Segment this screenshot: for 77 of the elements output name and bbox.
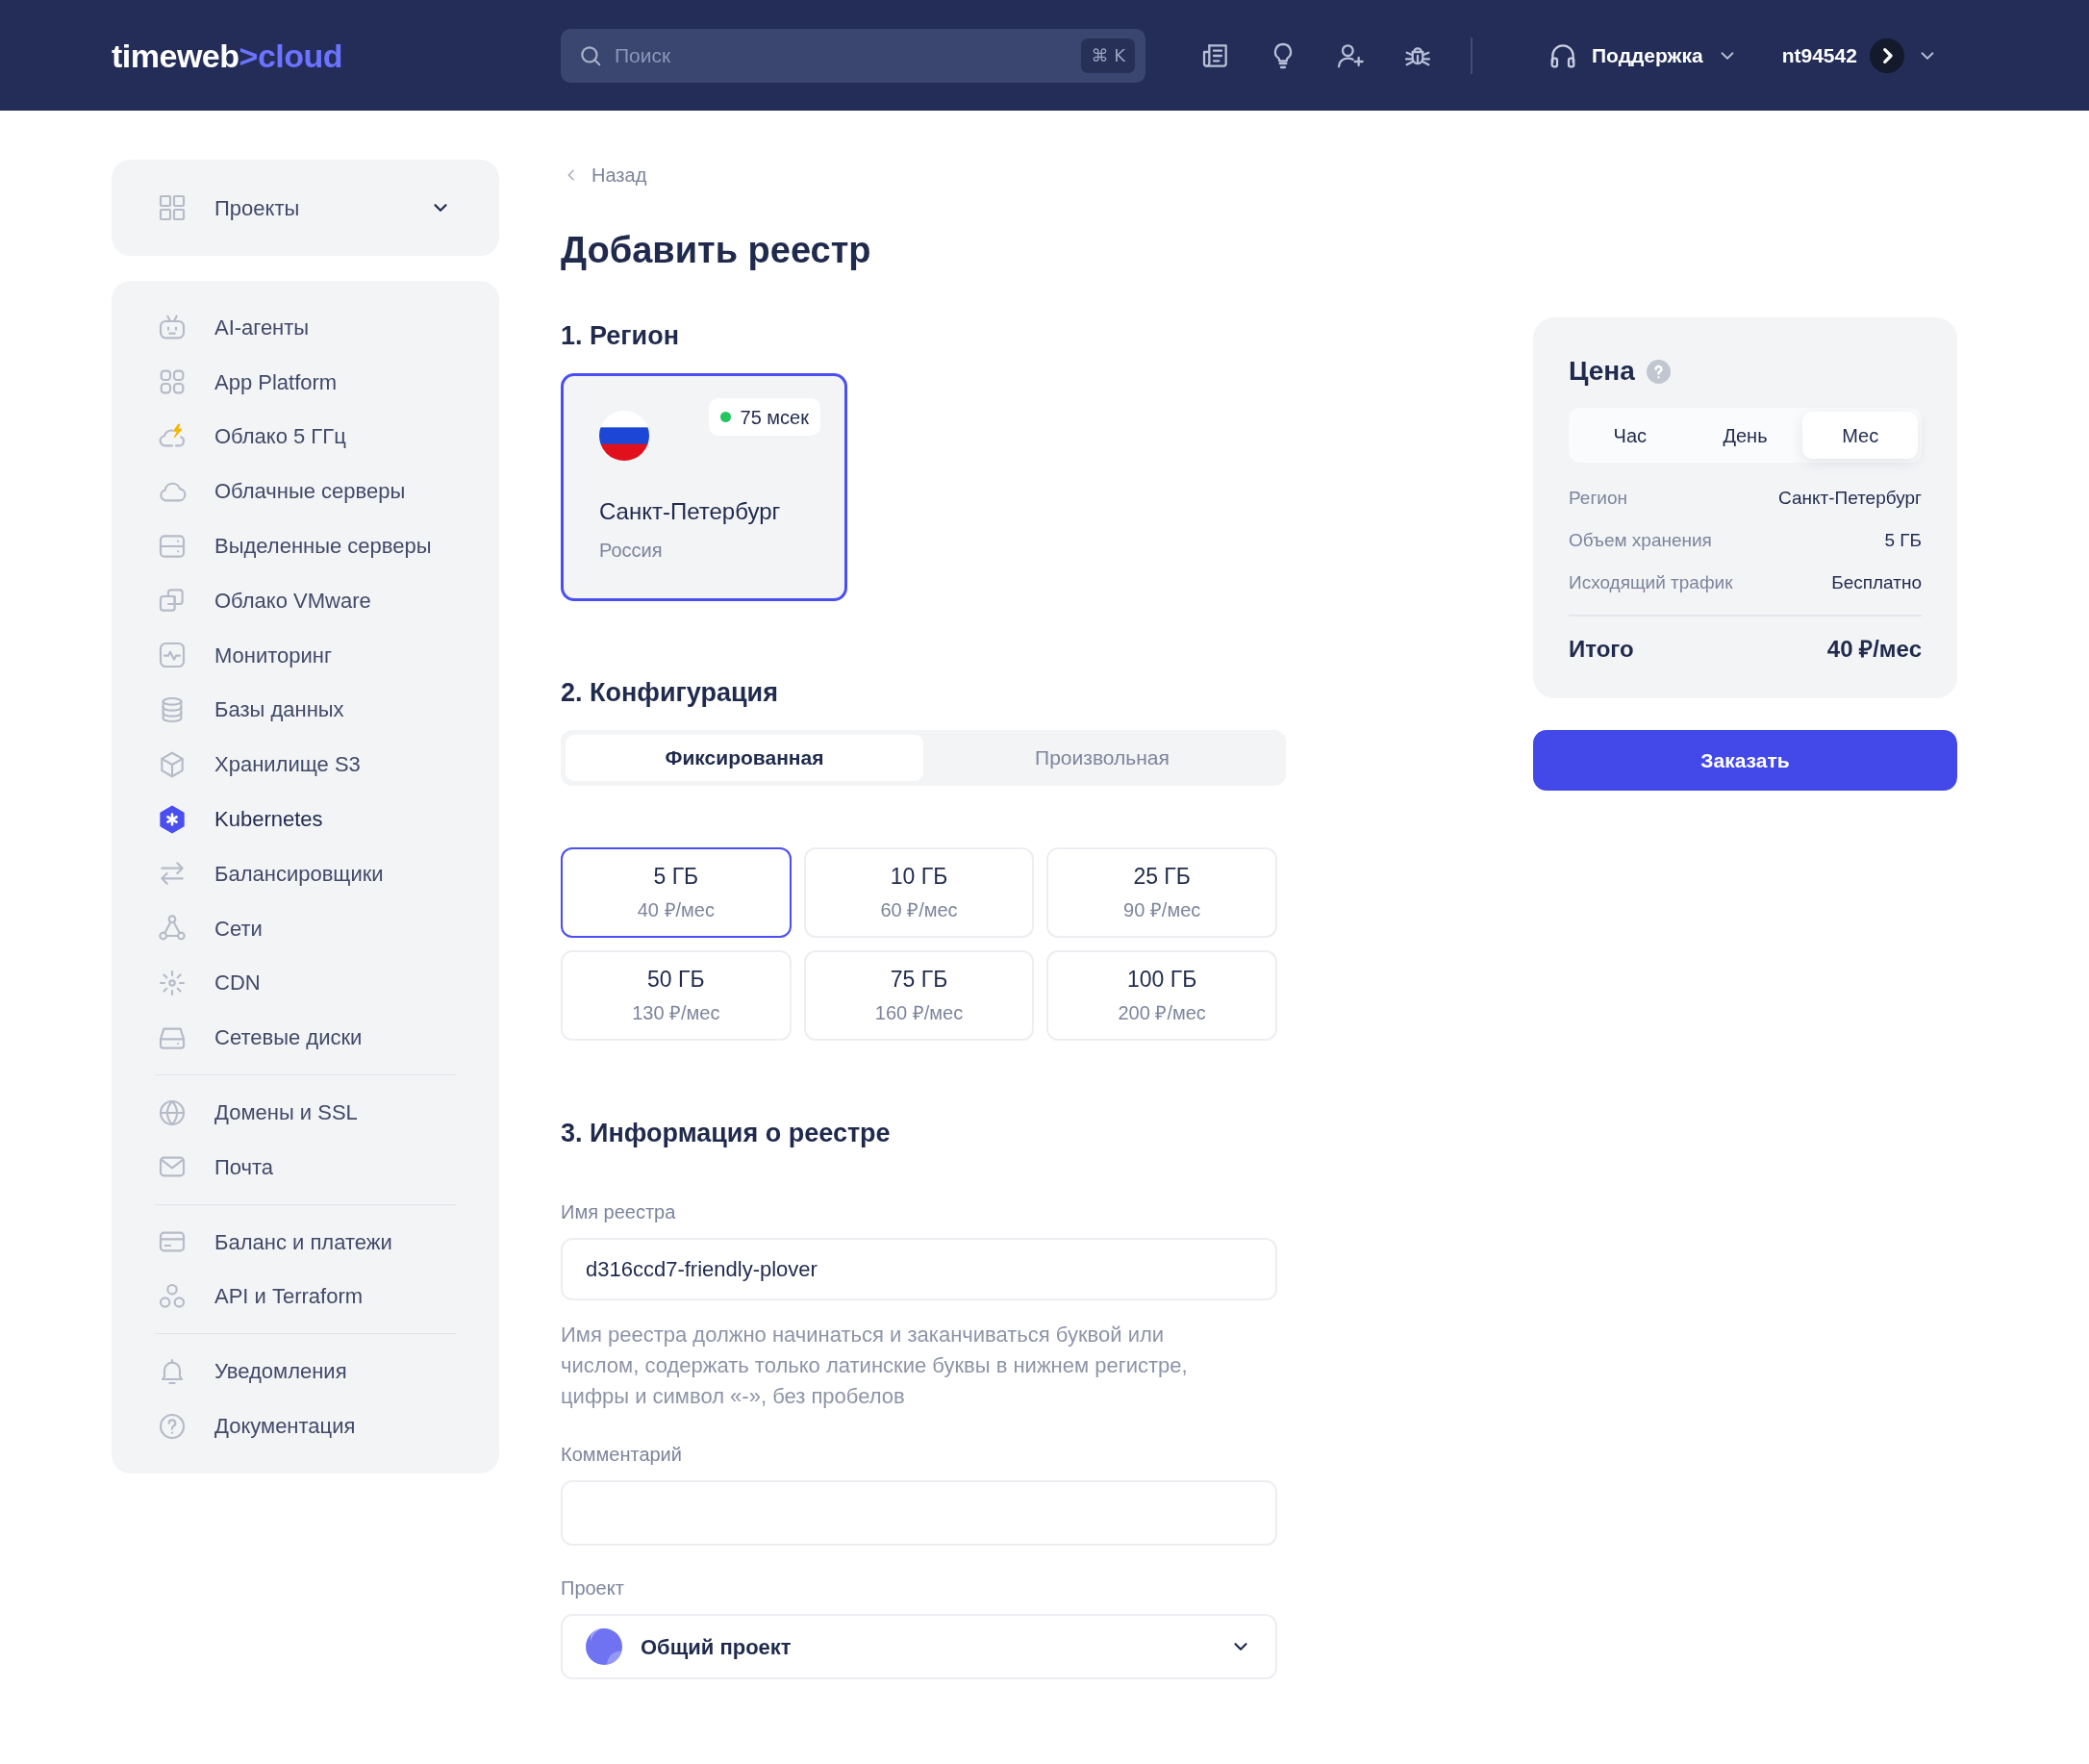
support-button[interactable]: Поддержка — [1548, 39, 1738, 71]
back-link[interactable]: Назад — [561, 162, 647, 189]
mode-tab[interactable]: Фиксированная — [566, 735, 923, 781]
plan-price: 40 ₽/мес — [637, 898, 715, 922]
plan-option[interactable]: 25 ГБ 90 ₽/мес — [1046, 847, 1277, 938]
section-heading: 1. Регион — [561, 320, 680, 352]
region-card[interactable]: 75 мсек Санкт-Петербург Россия — [561, 373, 847, 601]
logo[interactable]: timeweb>cloud — [112, 36, 343, 75]
plan-price: 160 ₽/мес — [874, 1001, 964, 1025]
nav-item[interactable]: Почта — [157, 1139, 274, 1195]
plan-price: 130 ₽/мес — [632, 1001, 720, 1025]
summary-value: 5 ГБ — [1884, 529, 1922, 552]
grid-icon — [157, 192, 188, 223]
nav-item[interactable]: Выделенные серверы — [157, 518, 432, 573]
projects-dropdown[interactable]: Проекты — [112, 160, 499, 256]
summary-label: Исходящий трафик — [1569, 571, 1733, 594]
country-name: Россия — [599, 539, 663, 563]
plan-option[interactable]: 5 ГБ 40 ₽/мес — [561, 847, 792, 938]
nav-item[interactable]: Хранилище S3 — [157, 737, 361, 793]
field-label: Комментарий — [561, 1443, 682, 1467]
field-label: Имя реестра — [561, 1200, 676, 1224]
nav-item[interactable]: Балансировщики — [157, 845, 384, 901]
nav-item[interactable]: Сетевые диски — [157, 1010, 363, 1066]
plan-option[interactable]: 50 ГБ 130 ₽/мес — [561, 950, 792, 1041]
panel-title: Цена — [1569, 355, 1635, 388]
nav-item[interactable]: Уведомления — [157, 1344, 347, 1399]
project-avatar-icon — [586, 1628, 622, 1665]
plan-size: 25 ГБ — [1133, 863, 1191, 890]
period-tab[interactable]: День — [1687, 412, 1803, 459]
nav-item[interactable]: App Platform — [157, 354, 338, 410]
plan-size: 50 ГБ — [647, 966, 705, 993]
plan-price: 200 ₽/мес — [1118, 1001, 1206, 1025]
summary-label: Объем хранения — [1569, 529, 1712, 552]
plan-size: 75 ГБ — [890, 966, 948, 993]
period-tab[interactable]: Мес — [1802, 412, 1918, 459]
period-tab[interactable]: Час — [1573, 412, 1688, 459]
hexagon-icon — [157, 803, 188, 835]
nav-item[interactable]: Документация — [157, 1399, 356, 1453]
plan-option[interactable]: 75 ГБ 160 ₽/мес — [803, 950, 1035, 1041]
plan-price: 60 ₽/мес — [880, 898, 958, 922]
nav-item[interactable]: Облако VMware — [157, 573, 371, 628]
city-name: Санкт-Петербург — [599, 497, 781, 526]
registry-name-field[interactable]: d316ccd7-friendly-plover — [561, 1238, 1277, 1300]
nav-item[interactable]: API и Terraform — [157, 1269, 364, 1324]
account-button[interactable]: nt94542 — [1781, 38, 1938, 73]
order-button[interactable]: Заказать — [1533, 730, 1957, 791]
page-title: Добавить реестр — [561, 229, 871, 272]
nav-item[interactable]: CDN — [157, 955, 261, 1011]
total-value: 40 ₽/мес — [1826, 635, 1922, 664]
total-label: Итого — [1569, 635, 1634, 664]
chevron-circle-icon — [1869, 38, 1904, 73]
summary-value: Санкт-Петербург — [1778, 487, 1922, 510]
nav-item[interactable]: Баланс и платежи — [157, 1214, 392, 1270]
field-label: Проект — [561, 1576, 624, 1600]
nav-item[interactable]: Мониторинг — [157, 627, 332, 683]
nav-item[interactable]: Kubernetes — [157, 792, 323, 846]
plan-price: 90 ₽/мес — [1123, 898, 1201, 922]
section-heading: 3. Информация о реестре — [561, 1118, 891, 1149]
plan-size: 100 ГБ — [1127, 966, 1197, 993]
plan-size: 5 ГБ — [653, 863, 699, 890]
nav-item[interactable]: Облачные серверы — [157, 464, 406, 519]
summary-label: Регион — [1569, 487, 1627, 510]
nav-item[interactable]: Сети — [157, 900, 263, 956]
plan-option[interactable]: 100 ГБ 200 ₽/мес — [1046, 950, 1277, 1041]
plan-size: 10 ГБ — [890, 863, 948, 890]
summary-value: Бесплатно — [1831, 571, 1922, 594]
nav-item[interactable]: Домены и SSL — [157, 1085, 358, 1140]
ping-value: 75 мсек — [740, 405, 809, 430]
plan-option[interactable]: 10 ГБ 60 ₽/мес — [803, 847, 1035, 938]
shortcut-hint: ⌘ K — [1081, 38, 1135, 73]
field-hint: Имя реестра должно начинаться и заканчиваться буквой или числом, содержать только латинские буквы в нижнем регистре, цифры и символ «-», без пробелов — [561, 1322, 1189, 1410]
nav-item[interactable]: Облако 5 ГГц — [157, 409, 346, 465]
nav-item[interactable]: Базы данных — [157, 682, 344, 738]
flag-icon — [599, 411, 649, 461]
section-heading: 2. Конфигурация — [561, 677, 778, 709]
project-select[interactable]: Общий проект — [561, 1614, 1277, 1679]
nav-item[interactable]: AI-агенты — [157, 300, 310, 355]
